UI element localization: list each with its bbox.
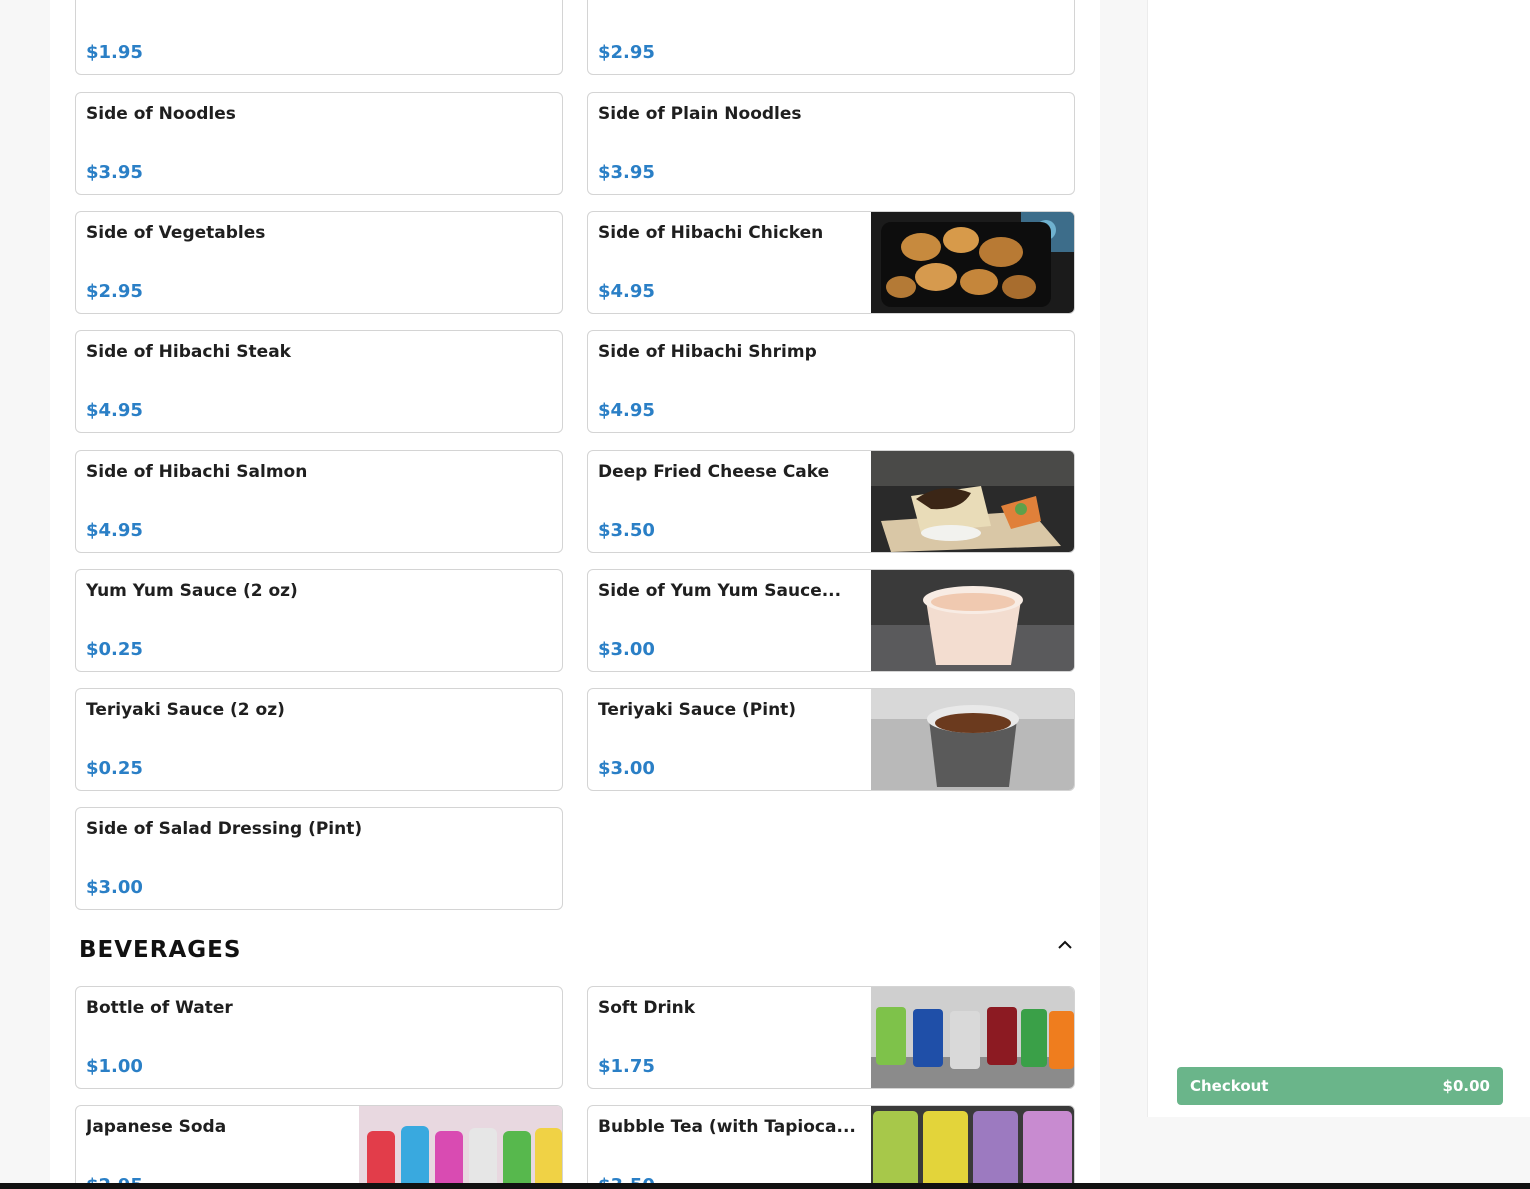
item-name: Side of Noodles [86, 104, 236, 124]
menu-item-soft-drink[interactable]: Soft Drink $1.75 [587, 986, 1075, 1089]
item-name: Side of Hibachi Shrimp [598, 342, 817, 362]
item-name: Side of Hibachi Salmon [86, 462, 308, 482]
section-title-beverages: BEVERAGES [79, 937, 242, 963]
item-price: $3.95 [86, 162, 143, 183]
menu-item-bottle-of-water[interactable]: Bottle of Water $1.00 [75, 986, 563, 1089]
bottom-edge [0, 1183, 1530, 1189]
item-name: Yum Yum Sauce (2 oz) [86, 581, 298, 601]
menu-item-side-of-hibachi-shrimp[interactable]: Side of Hibachi Shrimp $4.95 [587, 330, 1075, 433]
item-photo [871, 987, 1074, 1088]
menu-item-bubble-tea[interactable]: Bubble Tea (with Tapioca... $3.50 [587, 1105, 1075, 1189]
menu-item-side-of-salad-dressing[interactable]: Side of Salad Dressing (Pint) $3.00 [75, 807, 563, 910]
item-photo [359, 1106, 562, 1189]
item-price: $2.95 [86, 281, 143, 302]
item-name: Side of Hibachi Chicken [598, 223, 824, 243]
item-name: Side of Hibachi Steak [86, 342, 291, 362]
item-name: Side of Plain Noodles [598, 104, 802, 124]
item-price: $1.95 [86, 42, 143, 63]
menu-item-card[interactable]: $2.95 [587, 0, 1075, 75]
menu-item-japanese-soda[interactable]: Japanese Soda $2.95 [75, 1105, 563, 1189]
item-name: Teriyaki Sauce (2 oz) [86, 700, 285, 720]
item-name: Soft Drink [598, 998, 696, 1018]
item-price: $3.95 [598, 162, 655, 183]
checkout-button[interactable]: Checkout $0.00 [1177, 1067, 1503, 1105]
item-price: $3.00 [598, 639, 655, 660]
chevron-up-icon[interactable] [1054, 934, 1076, 956]
menu-item-card[interactable]: $1.95 [75, 0, 563, 75]
item-name: Teriyaki Sauce (Pint) [598, 700, 797, 720]
item-photo [871, 1106, 1074, 1189]
item-photo [871, 451, 1074, 552]
item-photo [871, 570, 1074, 671]
menu-item-side-of-hibachi-chicken[interactable]: Side of Hibachi Chicken $4.95 [587, 211, 1075, 314]
cart-sidebar: Checkout $0.00 [1147, 0, 1530, 1117]
item-price: $3.50 [598, 520, 655, 541]
item-price: $4.95 [86, 400, 143, 421]
menu-item-side-of-vegetables[interactable]: Side of Vegetables $2.95 [75, 211, 563, 314]
item-price: $1.00 [86, 1056, 143, 1077]
menu-item-yum-yum-sauce-2oz[interactable]: Yum Yum Sauce (2 oz) $0.25 [75, 569, 563, 672]
menu-item-side-of-yum-yum-sauce[interactable]: Side of Yum Yum Sauce... $3.00 [587, 569, 1075, 672]
item-name: Side of Vegetables [86, 223, 266, 243]
menu-item-deep-fried-cheese-cake[interactable]: Deep Fried Cheese Cake $3.50 [587, 450, 1075, 553]
menu-panel: $1.95 $2.95 Side of Noodles $3.95 Side o… [50, 0, 1100, 1189]
item-name: Side of Salad Dressing (Pint) [86, 819, 363, 839]
item-price: $4.95 [86, 520, 143, 541]
item-price: $4.95 [598, 400, 655, 421]
item-price: $0.25 [86, 639, 143, 660]
menu-item-side-of-plain-noodles[interactable]: Side of Plain Noodles $3.95 [587, 92, 1075, 195]
item-name: Bottle of Water [86, 998, 233, 1018]
checkout-total: $0.00 [1442, 1077, 1490, 1095]
item-price: $4.95 [598, 281, 655, 302]
item-price: $3.00 [598, 758, 655, 779]
menu-item-side-of-hibachi-salmon[interactable]: Side of Hibachi Salmon $4.95 [75, 450, 563, 553]
item-name: Deep Fried Cheese Cake [598, 462, 830, 482]
menu-item-side-of-hibachi-steak[interactable]: Side of Hibachi Steak $4.95 [75, 330, 563, 433]
item-name: Japanese Soda [86, 1117, 227, 1137]
checkout-label: Checkout [1190, 1077, 1269, 1095]
item-price: $1.75 [598, 1056, 655, 1077]
item-price: $0.25 [86, 758, 143, 779]
item-price: $3.00 [86, 877, 143, 898]
menu-item-side-of-noodles[interactable]: Side of Noodles $3.95 [75, 92, 563, 195]
item-photo [871, 689, 1074, 790]
menu-item-teriyaki-sauce-pint[interactable]: Teriyaki Sauce (Pint) $3.00 [587, 688, 1075, 791]
item-price: $2.95 [598, 42, 655, 63]
menu-item-teriyaki-sauce-2oz[interactable]: Teriyaki Sauce (2 oz) $0.25 [75, 688, 563, 791]
item-name: Bubble Tea (with Tapioca... [598, 1117, 856, 1137]
item-photo [871, 212, 1074, 313]
item-name: Side of Yum Yum Sauce... [598, 581, 842, 601]
